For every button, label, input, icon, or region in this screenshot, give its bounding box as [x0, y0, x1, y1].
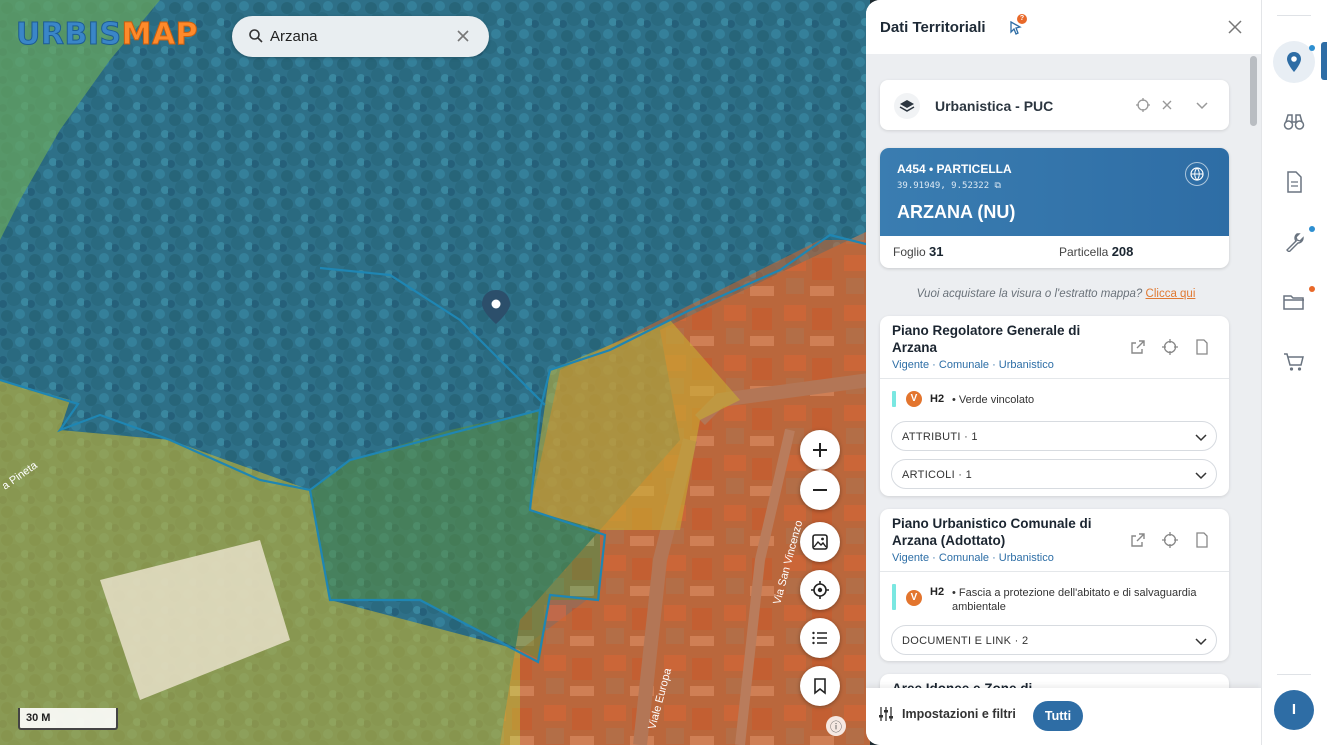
plan-subtitle: Vigente · Comunale · Urbanistico [892, 552, 1054, 564]
wrench-icon [1286, 233, 1304, 252]
layer-label: Urbanistica - PUC [935, 98, 1054, 114]
close-icon[interactable] [1159, 97, 1175, 113]
parcel-coords[interactable]: 39.91949, 9.52322 ⧉ [897, 181, 1001, 191]
plan-card: Piano Regolatore Generale di Arzana Vige… [880, 316, 1229, 496]
crosshair-icon [811, 581, 829, 599]
bookmark-icon [814, 678, 826, 695]
info-icon[interactable]: ⓘ [826, 716, 846, 736]
app-logo[interactable]: URBISMAP [16, 17, 199, 53]
chevron-down-icon [1195, 472, 1207, 480]
panel-footer: Impostazioni e filtri Tutti [866, 688, 1261, 745]
binoculars-icon [1283, 114, 1305, 130]
close-panel-icon[interactable] [1227, 19, 1243, 35]
active-indicator [1321, 42, 1327, 80]
user-avatar[interactable]: I [1274, 690, 1314, 730]
attributes-accordion[interactable]: ATTRIBUTI · 1 [891, 421, 1217, 451]
cart-icon [1284, 353, 1304, 371]
list-icon [812, 631, 827, 645]
external-link-icon[interactable] [1129, 531, 1147, 549]
layers-list-button[interactable] [800, 618, 840, 658]
buy-survey-prompt: Vuoi acquistare la visura o l'estratto m… [916, 288, 1196, 300]
map-scale: 30 M [18, 708, 118, 730]
zone-row: V H2 • Verde vincolato [892, 391, 1222, 411]
sidebar-item-cart[interactable] [1273, 341, 1315, 383]
search-input[interactable]: Arzana [270, 28, 318, 45]
document-icon[interactable] [1193, 338, 1211, 356]
search-bar[interactable]: Arzana [232, 16, 489, 57]
copy-icon[interactable]: ⧉ [995, 181, 1001, 191]
zone-code: H2 [930, 393, 945, 405]
all-filter-button[interactable]: Tutti [1033, 701, 1083, 731]
layers-icon [894, 93, 920, 119]
documents-accordion[interactable]: DOCUMENTI E LINK · 2 [891, 625, 1217, 655]
plan-title: Piano Regolatore Generale di Arzana [892, 323, 1081, 355]
zone-code: H2 [930, 586, 945, 598]
parcel-card: A454 • PARTICELLA 39.91949, 9.52322 ⧉ AR… [880, 148, 1229, 268]
crosshair-icon[interactable] [1135, 97, 1151, 113]
map-canvas[interactable]: Via San Vincenzo Viale Europa a Pineta U… [0, 0, 870, 745]
plan-subtitle: Vigente · Comunale · Urbanistico [892, 359, 1054, 371]
clear-search-icon[interactable] [455, 28, 471, 44]
sidebar-item-explore[interactable] [1273, 101, 1315, 143]
cursor-click-icon[interactable]: ? [1008, 14, 1028, 36]
document-icon[interactable] [1193, 531, 1211, 549]
document-icon [1287, 171, 1302, 193]
crosshair-icon[interactable] [1161, 338, 1179, 356]
plan-title: Piano Urbanistico Comunale di Arzana (Ad… [892, 516, 1092, 548]
notification-badge: ? [1017, 14, 1027, 24]
scrollbar-thumb[interactable] [1250, 56, 1257, 126]
buy-link[interactable]: Clicca qui [1146, 288, 1196, 300]
basemap-button[interactable] [800, 522, 840, 562]
zone-row: V H2 • Fascia a protezione dell'abitato … [892, 584, 1222, 614]
zone-description: • Fascia a protezione dell'abitato e di … [952, 587, 1197, 613]
external-link-icon[interactable] [1129, 338, 1147, 356]
foglio-field: Foglio 31 [893, 244, 944, 259]
scrollbar[interactable] [1248, 54, 1261, 694]
plus-icon [813, 443, 827, 457]
satellite-map[interactable]: Via San Vincenzo Viale Europa a Pineta [0, 0, 870, 745]
bookmark-button[interactable] [800, 666, 840, 706]
panel-header: Dati Territoriali ? [866, 0, 1261, 54]
zoom-out-button[interactable] [800, 470, 840, 510]
panel-title: Dati Territoriali [880, 19, 986, 36]
location-pin-icon [1287, 52, 1301, 72]
chevron-down-icon [1195, 434, 1207, 442]
crosshair-icon[interactable] [1161, 531, 1179, 549]
image-icon [812, 534, 828, 550]
parcel-code: A454 • PARTICELLA [897, 162, 1012, 176]
plan-card: Piano Urbanistico Comunale di Arzana (Ad… [880, 509, 1229, 661]
zone-badge: V [906, 590, 922, 606]
parcel-municipality: ARZANA (NU) [897, 202, 1016, 222]
globe-icon[interactable] [1185, 162, 1209, 186]
settings-filters-button[interactable]: Impostazioni e filtri [878, 706, 1016, 722]
folder-icon [1283, 295, 1304, 310]
minus-icon [813, 489, 827, 491]
sliders-icon [879, 707, 893, 721]
locate-me-button[interactable] [800, 570, 840, 610]
chevron-down-icon [1195, 638, 1207, 646]
zone-description: • Verde vincolato [952, 394, 1035, 406]
sidebar-item-documents[interactable] [1273, 161, 1315, 203]
articles-accordion[interactable]: ARTICOLI · 1 [891, 459, 1217, 489]
search-icon [249, 29, 263, 43]
zoom-in-button[interactable] [800, 430, 840, 470]
right-sidebar: I [1261, 0, 1327, 745]
territorial-data-panel: Dati Territoriali ? Urbanistica - PUC A4… [866, 0, 1261, 745]
chevron-down-icon[interactable] [1194, 97, 1210, 113]
active-layer-card[interactable]: Urbanistica - PUC [880, 80, 1229, 130]
particella-field: Particella 208 [1059, 244, 1134, 259]
zone-badge: V [906, 391, 922, 407]
